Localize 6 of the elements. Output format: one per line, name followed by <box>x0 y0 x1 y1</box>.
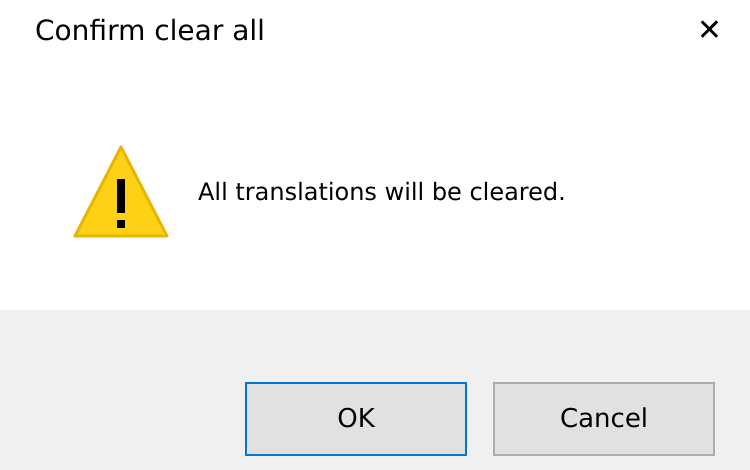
message-text: All translations will be cleared. <box>198 177 566 208</box>
ok-button[interactable]: OK <box>245 382 467 456</box>
warning-icon <box>72 144 170 240</box>
close-button[interactable]: ✕ <box>688 16 730 46</box>
cancel-button[interactable]: Cancel <box>493 382 715 456</box>
window-title: Confirm clear all <box>35 13 265 49</box>
